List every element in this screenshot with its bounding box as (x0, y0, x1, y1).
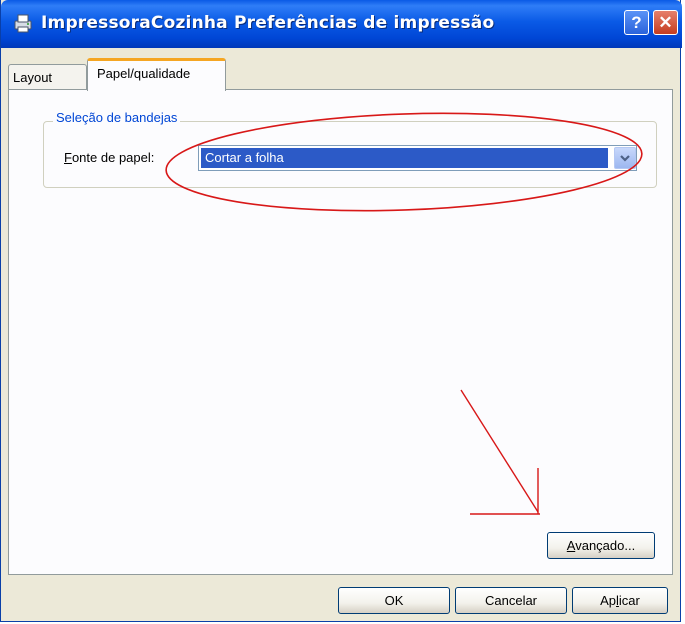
tab-paper-quality[interactable]: Papel/qualidade (87, 58, 226, 91)
paper-source-label-mnemonic: F (64, 150, 72, 165)
apply-button[interactable]: Aplicar (572, 587, 668, 614)
advanced-mnemonic: A (566, 538, 576, 553)
tab-layout-label: Layout (13, 70, 53, 85)
apply-label-rest: icar (618, 593, 640, 608)
cancel-label: Cancelar (484, 593, 538, 608)
close-button[interactable]: ✕ (653, 10, 678, 35)
paper-source-select[interactable]: Cortar a folha (198, 145, 637, 171)
paper-source-label-text: onte de papel: (71, 150, 155, 165)
ok-label: OK (384, 593, 404, 608)
cancel-button[interactable]: Cancelar (455, 587, 567, 614)
paper-source-label: Fonte de papel: (64, 150, 154, 165)
paper-source-selected-value: Cortar a folha (201, 148, 608, 168)
dropdown-arrow-button[interactable] (614, 147, 636, 169)
tray-selection-group-label: Seleção de bandejas (53, 110, 181, 125)
printer-icon (14, 14, 32, 33)
chevron-down-icon (620, 155, 630, 162)
advanced-label: vançado... (575, 538, 636, 553)
ok-button[interactable]: OK (338, 587, 450, 614)
title-bar[interactable]: ImpressoraCozinha Preferências de impres… (1, 0, 682, 48)
print-preferences-dialog: ImpressoraCozinha Preferências de impres… (0, 0, 682, 622)
advanced-button[interactable]: Avançado... (547, 532, 655, 559)
apply-label-pre: Ap (600, 593, 617, 608)
help-icon: ? (631, 12, 642, 32)
window-title: ImpressoraCozinha Preferências de impres… (41, 13, 495, 33)
help-button[interactable]: ? (624, 10, 649, 35)
tab-paper-quality-label: Papel/qualidade (97, 66, 191, 81)
tab-layout[interactable]: Layout (8, 64, 87, 89)
close-icon: ✕ (658, 12, 673, 32)
